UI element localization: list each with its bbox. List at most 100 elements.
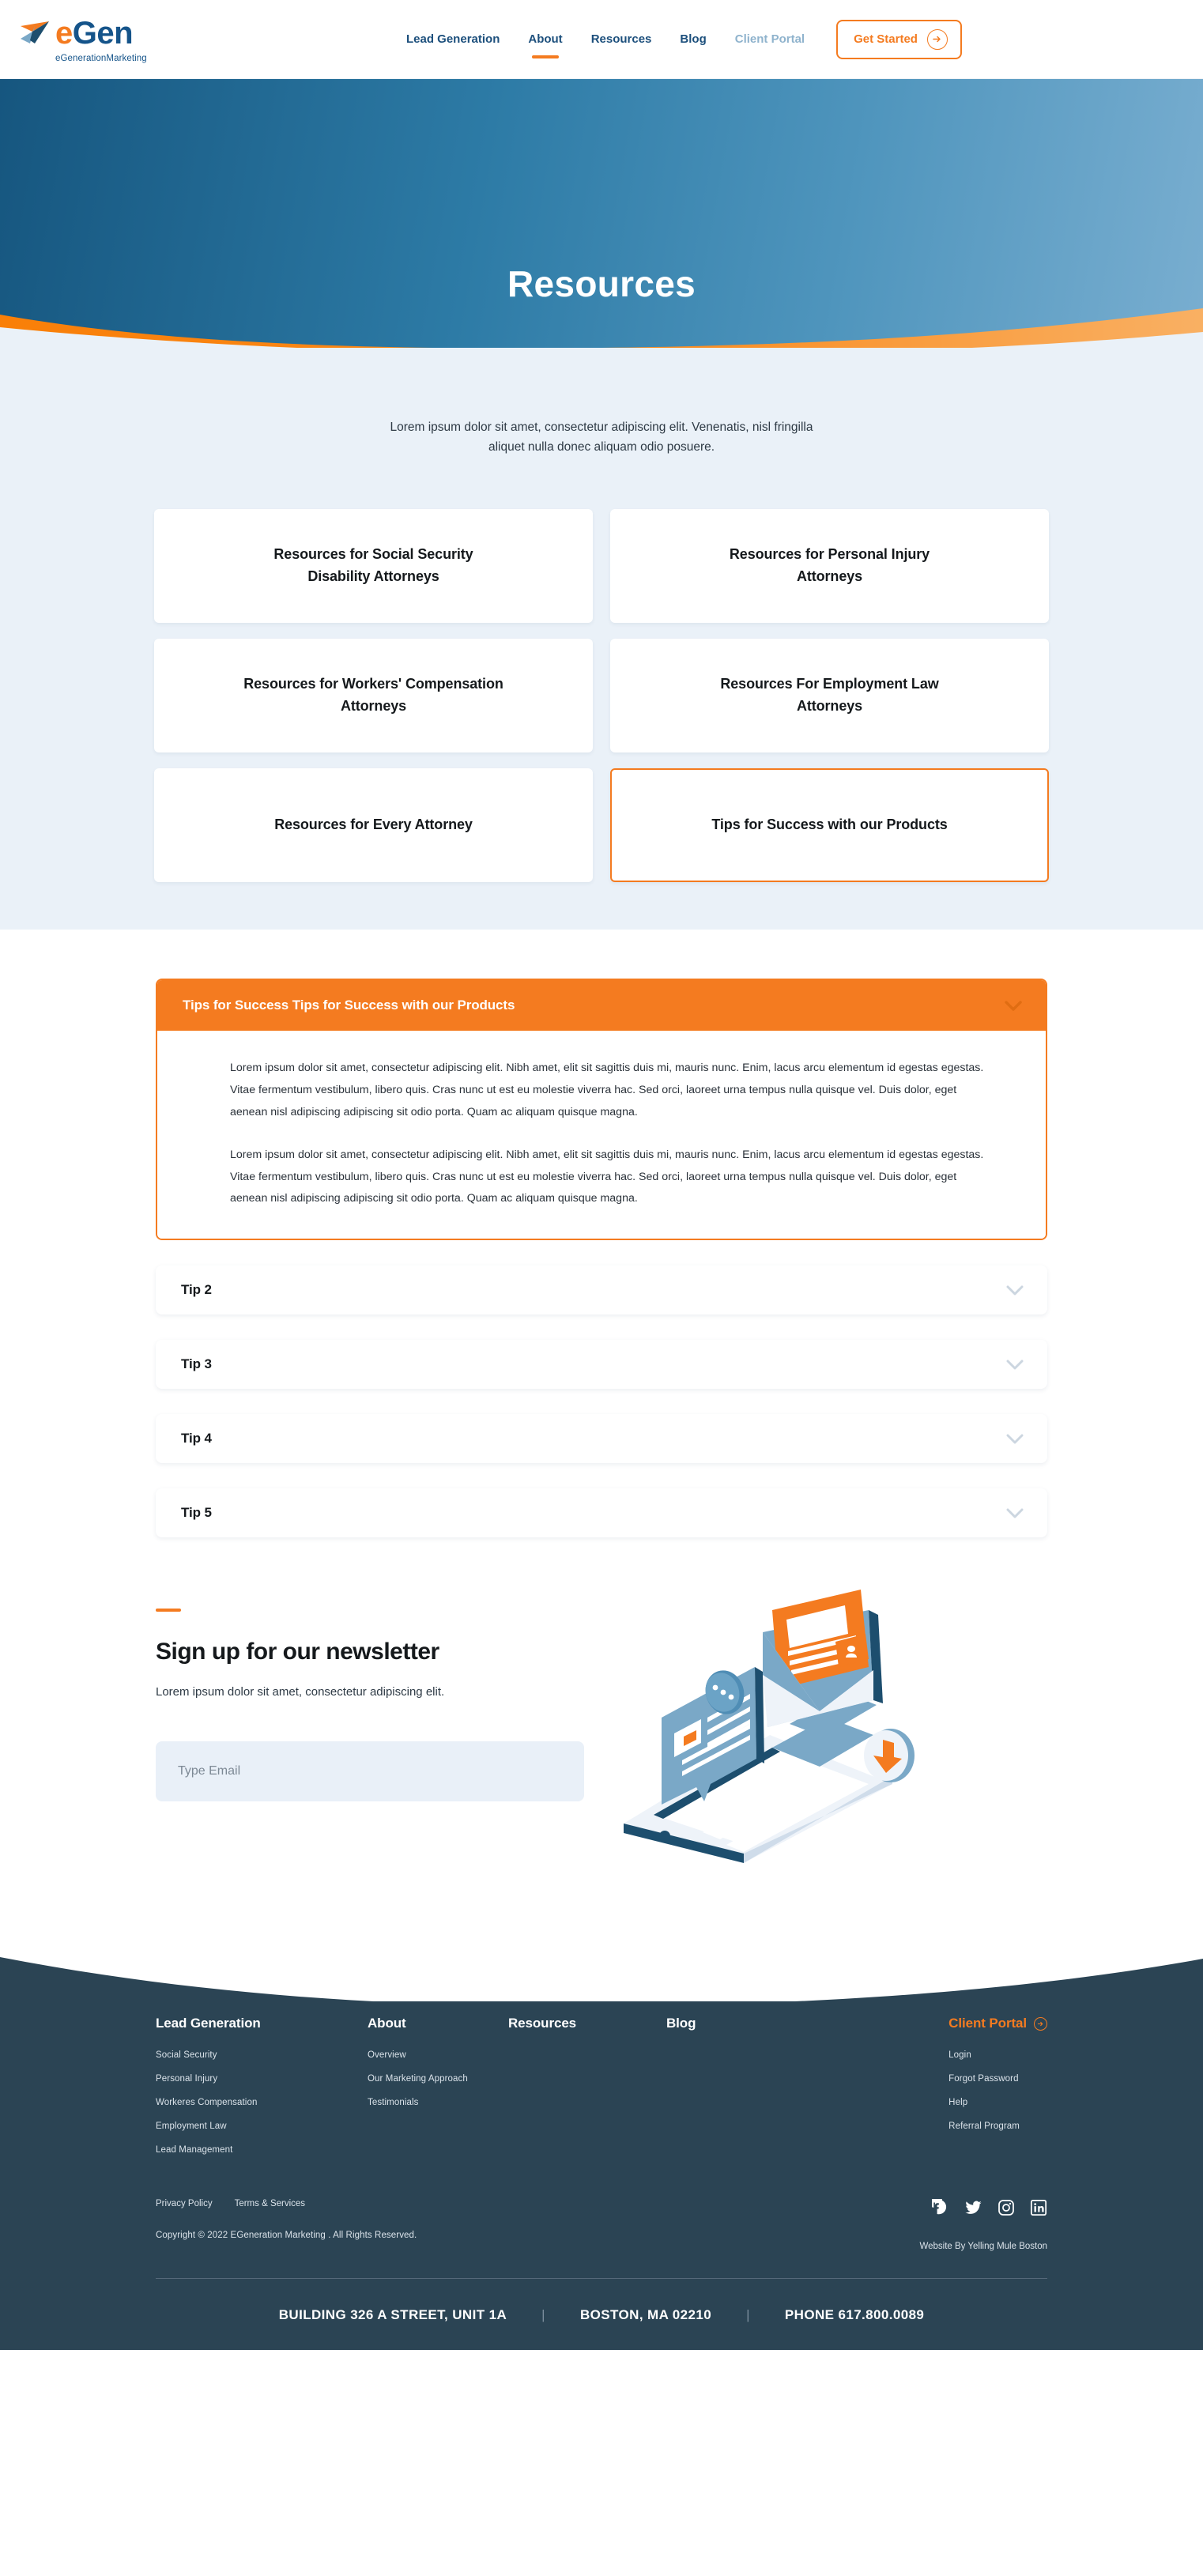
footer-copyright: Copyright © 2022 EGeneration Marketing .… <box>156 2231 417 2241</box>
footer-link-forgot-password[interactable]: Forgot Password <box>948 2074 1047 2084</box>
newsletter-illustration <box>608 1572 940 1869</box>
logo-row: eGen <box>17 15 134 51</box>
footer-link-referral-program[interactable]: Referral Program <box>948 2122 1047 2131</box>
logo[interactable]: eGen eGenerationMarketing <box>17 15 183 63</box>
footer-link-social-security[interactable]: Social Security <box>156 2050 368 2060</box>
footer-curve-decoration <box>0 1957 1203 2004</box>
footer-column-client-portal: Client Portal Login Forgot Password Help… <box>948 2016 1047 2169</box>
arrow-right-circle-icon <box>1034 2016 1047 2031</box>
resource-card-label: Tips for Success with our Products <box>711 817 948 833</box>
accordion-body-tip-1: Lorem ipsum dolor sit amet, consectetur … <box>157 1031 1046 1239</box>
newsletter-title: Sign up for our newsletter <box>156 1639 439 1665</box>
newsletter-signup-section: Sign up for our newsletter Lorem ipsum d… <box>156 1585 1047 1884</box>
footer-address-line1: BUILDING 326 A STREET, UNIT 1A <box>278 2307 507 2323</box>
arrow-right-circle-icon <box>926 28 948 50</box>
footer-content: Lead Generation Social Security Personal… <box>156 2001 1047 2280</box>
linkedin-icon[interactable] <box>1030 2199 1047 2216</box>
footer-address-separator: | <box>746 2307 750 2323</box>
nav-item-lead-generation[interactable]: Lead Generation <box>406 28 500 51</box>
hero-banner: Resources <box>0 79 1203 348</box>
accordion-header-tip-4[interactable]: Tip 4 <box>156 1414 1047 1463</box>
footer-column-resources: Resources <box>508 2016 666 2169</box>
tips-accordion: Tips for Success Tips for Success with o… <box>156 930 1047 1538</box>
isometric-email-phone-illustration <box>624 1590 915 1864</box>
accordion-header-tip-5[interactable]: Tip 5 <box>156 1488 1047 1537</box>
site-header: eGen eGenerationMarketing Lead Generatio… <box>0 0 1203 79</box>
nav-item-about[interactable]: About <box>528 28 562 51</box>
footer-columns: Lead Generation Social Security Personal… <box>156 2001 1047 2169</box>
resource-card-workers-compensation[interactable]: Resources for Workers' Compensation Atto… <box>154 639 593 753</box>
newsletter-copy: Sign up for our newsletter Lorem ipsum d… <box>156 1585 598 1802</box>
logo-tagline: eGenerationMarketing <box>55 54 147 63</box>
footer-column-heading: Client Portal <box>948 2016 1027 2031</box>
chevron-down-icon[interactable] <box>1006 1434 1024 1444</box>
nav-item-resources[interactable]: Resources <box>591 28 652 51</box>
accordion-title: Tip 3 <box>181 1356 212 1372</box>
instagram-icon[interactable] <box>997 2199 1015 2216</box>
resource-category-grid: Resources for Social Security Disability… <box>154 509 1049 883</box>
page-title: Resources <box>507 263 696 304</box>
accordion-paragraph: Lorem ipsum dolor sit amet, consectetur … <box>230 1062 984 1118</box>
twitter-icon[interactable] <box>964 2199 982 2216</box>
accordion-item-tip-1: Tips for Success Tips for Success with o… <box>156 979 1047 1241</box>
accordion-header-tip-1[interactable]: Tips for Success Tips for Success with o… <box>157 980 1046 1032</box>
intro-paragraph: Lorem ipsum dolor sit amet, consectetur … <box>390 421 813 454</box>
footer-link-privacy-policy[interactable]: Privacy Policy <box>156 2199 213 2208</box>
footer-column-heading[interactable]: Lead Generation <box>156 2016 368 2031</box>
facebook-icon[interactable] <box>932 2199 949 2216</box>
resource-card-label: Resources for Social Security Disability… <box>273 546 473 585</box>
resource-card-label: Resources For Employment Law Attorneys <box>720 676 939 715</box>
footer-link-help[interactable]: Help <box>948 2098 1047 2107</box>
chevron-down-icon[interactable] <box>1005 1001 1022 1011</box>
accordion-header-tip-3[interactable]: Tip 3 <box>156 1340 1047 1389</box>
logo-letter-e: e <box>55 16 73 51</box>
chevron-down-icon[interactable] <box>1006 1285 1024 1296</box>
accordion-paragraph: Lorem ipsum dolor sit amet, consectetur … <box>230 1148 984 1205</box>
footer-link-terms-and-services[interactable]: Terms & Services <box>235 2199 305 2208</box>
footer-link-overview[interactable]: Overview <box>368 2050 508 2060</box>
email-input[interactable] <box>156 1741 584 1802</box>
footer-link-workers-compensation[interactable]: Workeres Compensation <box>156 2098 368 2107</box>
footer-address-line3: PHONE 617.800.0089 <box>784 2307 925 2323</box>
resource-card-tips-for-success[interactable]: Tips for Success with our Products <box>610 768 1049 883</box>
paper-plane-logo-icon <box>21 21 49 43</box>
chevron-down-icon[interactable] <box>1006 1360 1024 1370</box>
footer-link-testimonials[interactable]: Testimonials <box>368 2098 508 2107</box>
nav-item-blog[interactable]: Blog <box>680 28 706 51</box>
footer-column-lead-generation: Lead Generation Social Security Personal… <box>156 2016 368 2169</box>
logo-letters-gen: Gen <box>72 16 134 51</box>
footer-column-heading[interactable]: About <box>368 2016 508 2031</box>
footer-column-heading[interactable]: Resources <box>508 2016 666 2031</box>
resource-card-every-attorney[interactable]: Resources for Every Attorney <box>154 768 593 883</box>
accordion-item-tip-4: Tip 4 <box>156 1414 1047 1464</box>
resource-card-label: Resources for Personal Injury Attorneys <box>729 546 930 585</box>
footer-legal-links: Privacy Policy Terms & Services <box>156 2199 417 2208</box>
resource-card-personal-injury[interactable]: Resources for Personal Injury Attorneys <box>610 509 1049 624</box>
footer-address-separator: | <box>541 2307 545 2323</box>
footer-link-personal-injury[interactable]: Personal Injury <box>156 2074 368 2084</box>
accordion-title: Tip 4 <box>181 1431 212 1446</box>
footer-column-heading[interactable]: Blog <box>666 2016 856 2031</box>
accordion-item-tip-2: Tip 2 <box>156 1265 1047 1315</box>
accordion-header-tip-2[interactable]: Tip 2 <box>156 1265 1047 1314</box>
footer-address-bar: BUILDING 326 A STREET, UNIT 1A | BOSTON,… <box>0 2279 1203 2350</box>
resource-card-social-security[interactable]: Resources for Social Security Disability… <box>154 509 593 624</box>
footer-link-employment-law[interactable]: Employment Law <box>156 2122 368 2131</box>
footer-link-lead-management[interactable]: Lead Management <box>156 2145 368 2155</box>
resource-card-label: Resources for Every Attorney <box>274 817 473 833</box>
footer-link-login[interactable]: Login <box>948 2050 1047 2060</box>
accordion-title: Tips for Success Tips for Success with o… <box>183 998 515 1013</box>
get-started-button[interactable]: Get Started <box>836 19 962 59</box>
footer-bottom-bar: Privacy Policy Terms & Services Copyrigh… <box>156 2169 1047 2251</box>
site-footer: Lead Generation Social Security Personal… <box>0 2001 1203 2351</box>
resource-card-employment-law[interactable]: Resources For Employment Law Attorneys <box>610 639 1049 753</box>
footer-address-line2: BOSTON, MA 02210 <box>580 2307 712 2323</box>
footer-link-our-marketing-approach[interactable]: Our Marketing Approach <box>368 2074 508 2084</box>
footer-column-blog: Blog <box>666 2016 856 2169</box>
accordion-item-tip-3: Tip 3 <box>156 1340 1047 1390</box>
footer-client-portal-link[interactable]: Client Portal <box>948 2016 1047 2031</box>
main-navigation: Lead Generation About Resources Blog Cli… <box>406 19 962 59</box>
get-started-label: Get Started <box>854 32 918 46</box>
chevron-down-icon[interactable] <box>1006 1508 1024 1518</box>
nav-item-client-portal[interactable]: Client Portal <box>735 28 805 51</box>
